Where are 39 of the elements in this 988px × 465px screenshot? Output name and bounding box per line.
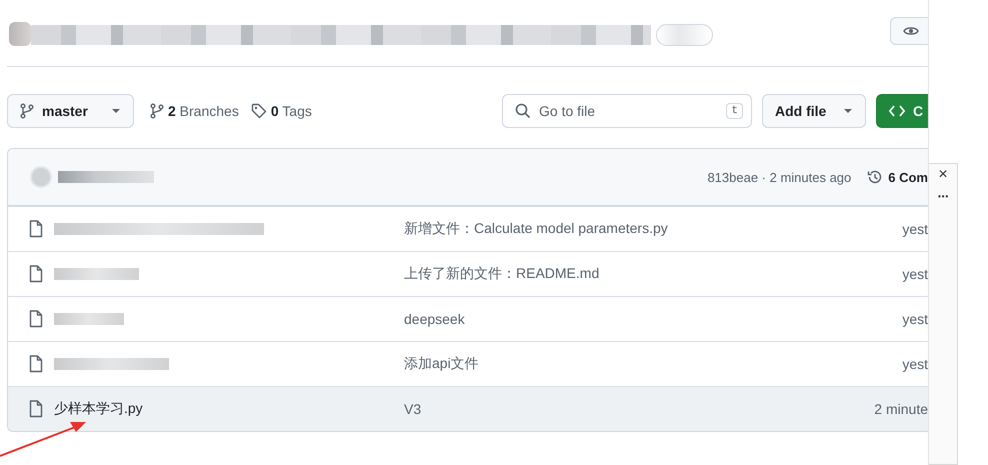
history-icon [867,169,884,185]
commit-time: yest [902,311,928,327]
branches-link[interactable]: 2 Branches [150,103,239,119]
file-icon [28,400,44,418]
commit-message-link[interactable]: 上传了新的文件：README.md [404,265,600,283]
file-icon [28,310,44,328]
visibility-badge [656,24,713,46]
commit-message-link[interactable]: V3 [404,401,422,417]
blurred-avatar [9,22,31,46]
code-button[interactable]: C [876,94,928,128]
commit-message-link[interactable]: 新增文件：Calculate model parameters.py [404,220,668,238]
caret-icon [111,108,121,114]
add-file-button[interactable]: Add file [762,94,866,128]
file-link[interactable]: 少样本学习.py [54,400,143,418]
commit-time: yest [902,266,928,282]
commit-info: 813beae · 2 minutes ago [707,170,852,184]
file-icon [28,355,44,373]
commits-link[interactable]: 6 Com [867,169,928,185]
commit-message-link[interactable]: 添加api文件 [404,355,479,373]
shortcut-key: t [726,103,743,119]
file-icon [28,265,44,283]
search-field[interactable]: Go to file t [502,94,752,128]
file-icon [28,220,44,238]
tags-link[interactable]: 0 Tags [250,103,312,119]
branch-selector[interactable]: master [7,94,134,128]
close-button[interactable]: × [938,166,948,184]
commit-time: 2 minute [874,401,928,417]
commit-time: yest [902,221,928,237]
commit-time: yest [902,356,928,372]
code-icon [889,105,905,117]
branch-icon [150,103,164,119]
caret-icon [843,108,853,114]
commit-message-link[interactable]: deepseek [404,311,465,327]
search-icon [515,103,531,119]
file-row[interactable]: 少样本学习.py V3 2 minute [8,386,928,431]
avatar-icon [30,166,52,188]
branch-icon [20,103,34,119]
more-button[interactable]: ··· [938,188,948,204]
tag-icon [250,103,267,119]
